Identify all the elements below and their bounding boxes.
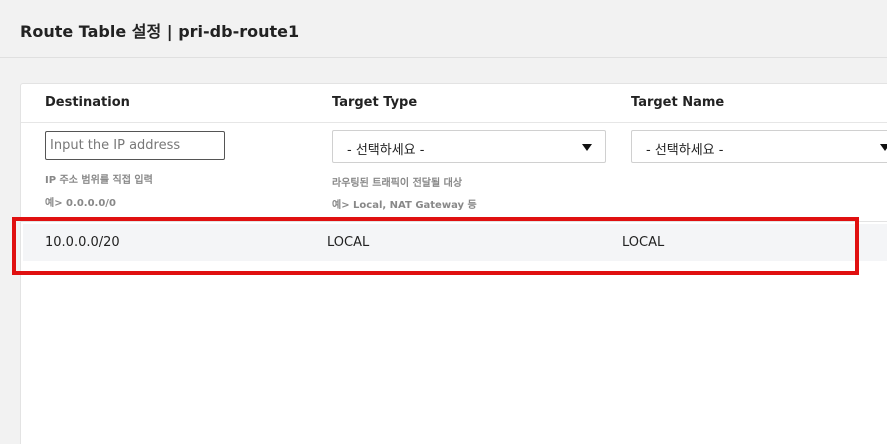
route-destination: 10.0.0.0/20: [45, 235, 120, 250]
route-table-panel: Destination Target Type Target Name IP 주…: [20, 83, 887, 444]
target-name-select[interactable]: - 선택하세요 -: [631, 130, 887, 163]
target-type-select[interactable]: - 선택하세요 -: [332, 130, 606, 163]
route-target-type: LOCAL: [327, 235, 370, 250]
caret-down-icon: [880, 144, 887, 151]
destination-example: 예> 0.0.0.0/0: [45, 198, 116, 209]
header-divider: [21, 122, 887, 123]
destination-ip-input[interactable]: [45, 131, 225, 160]
destination-hint: IP 주소 범위를 직접 입력: [45, 175, 153, 186]
column-header-target-name: Target Name: [631, 95, 725, 110]
target-type-selected-value: - 선택하세요 -: [347, 143, 425, 158]
column-header-target-type: Target Type: [332, 95, 418, 110]
table-row[interactable]: 10.0.0.0/20 LOCAL LOCAL: [23, 224, 887, 261]
page-header: Route Table 설정 | pri-db-route1: [0, 0, 887, 58]
form-divider: [21, 221, 887, 222]
caret-down-icon: [582, 144, 592, 151]
target-type-example: 예> Local, NAT Gateway 등: [332, 200, 477, 211]
route-target-name: LOCAL: [622, 235, 665, 250]
target-name-selected-value: - 선택하세요 -: [646, 143, 724, 158]
column-header-destination: Destination: [45, 95, 130, 110]
page-title: Route Table 설정 | pri-db-route1: [20, 22, 300, 41]
target-type-hint: 라우팅된 트래픽이 전달될 대상: [332, 178, 463, 189]
